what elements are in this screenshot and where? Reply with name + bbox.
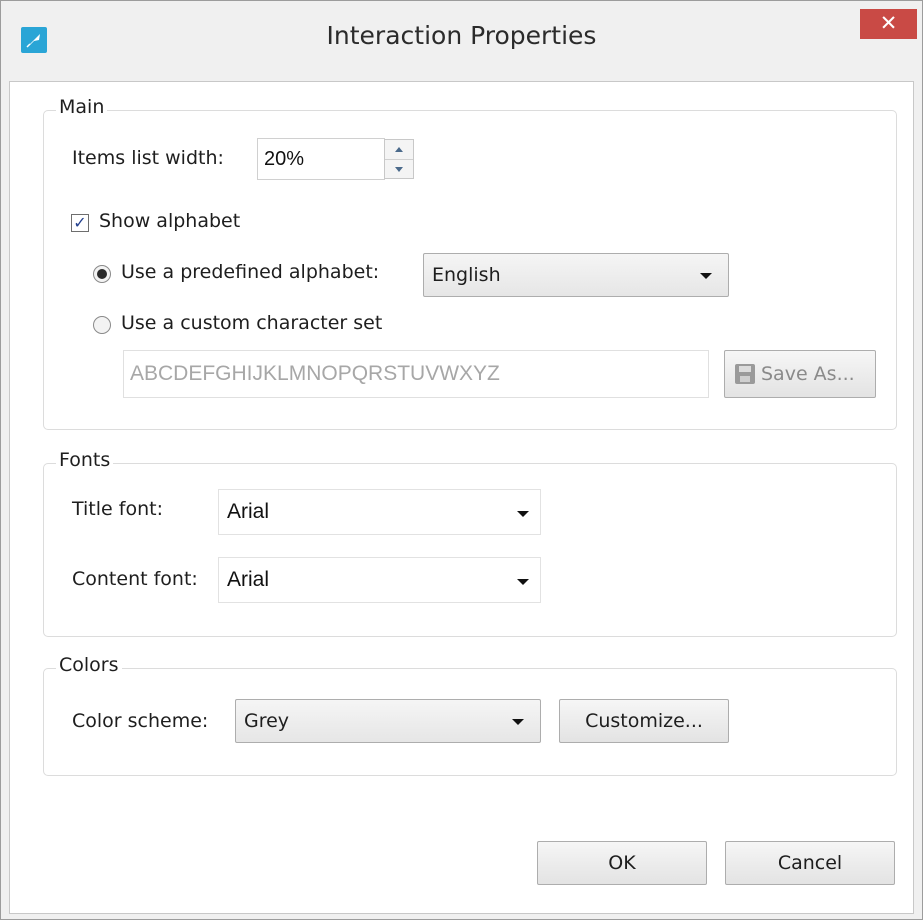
predefined-alphabet-label: Use a predefined alphabet: bbox=[121, 261, 380, 283]
predefined-alphabet-dropdown[interactable]: English bbox=[423, 253, 729, 297]
predefined-alphabet-radio[interactable] bbox=[93, 265, 111, 283]
title-bar[interactable]: Interaction Properties ✕ bbox=[1, 1, 922, 81]
spin-down-icon[interactable] bbox=[385, 159, 413, 179]
items-list-width-input[interactable]: 20% bbox=[257, 138, 385, 180]
save-as-button[interactable]: Save As... bbox=[724, 350, 876, 398]
main-group-label: Main bbox=[56, 96, 108, 118]
color-scheme-label: Color scheme: bbox=[72, 710, 209, 732]
window-title: Interaction Properties bbox=[326, 21, 597, 50]
title-font-value: Arial bbox=[227, 500, 270, 523]
content-font-label: Content font: bbox=[72, 568, 198, 590]
color-scheme-value: Grey bbox=[244, 710, 290, 732]
fonts-group-label: Fonts bbox=[56, 449, 114, 471]
show-alphabet-label: Show alphabet bbox=[99, 210, 241, 232]
show-alphabet-checkbox[interactable]: ✓ bbox=[71, 214, 89, 232]
spin-up-icon[interactable] bbox=[385, 140, 413, 159]
custom-charset-label: Use a custom character set bbox=[121, 312, 383, 334]
custom-charset-input[interactable]: ABCDEFGHIJKLMNOPQRSTUVWXYZ bbox=[123, 350, 709, 398]
save-disk-icon bbox=[735, 364, 755, 384]
content-font-value: Arial bbox=[227, 568, 270, 591]
customize-button[interactable]: Customize... bbox=[559, 699, 729, 743]
title-font-dropdown[interactable]: Arial bbox=[218, 489, 541, 535]
items-list-width-label: Items list width: bbox=[72, 147, 224, 169]
custom-charset-radio[interactable] bbox=[93, 316, 111, 334]
color-scheme-dropdown[interactable]: Grey bbox=[235, 699, 541, 743]
title-font-label: Title font: bbox=[72, 498, 163, 520]
items-list-width-spinner[interactable] bbox=[384, 139, 414, 179]
colors-group-label: Colors bbox=[56, 654, 122, 676]
chevron-down-icon bbox=[517, 511, 529, 517]
content-font-dropdown[interactable]: Arial bbox=[218, 557, 541, 603]
cancel-button[interactable]: Cancel bbox=[725, 841, 895, 885]
predefined-alphabet-value: English bbox=[432, 264, 501, 286]
save-as-label: Save As... bbox=[761, 363, 855, 385]
chevron-down-icon bbox=[512, 719, 524, 725]
dialog-window: Interaction Properties ✕ Main Items list… bbox=[0, 0, 923, 920]
dialog-body: Main Items list width: 20% ✓ Show alphab… bbox=[9, 81, 914, 914]
close-button[interactable]: ✕ bbox=[860, 9, 917, 39]
ok-button[interactable]: OK bbox=[537, 841, 707, 885]
chevron-down-icon bbox=[517, 579, 529, 585]
chevron-down-icon bbox=[700, 273, 712, 279]
